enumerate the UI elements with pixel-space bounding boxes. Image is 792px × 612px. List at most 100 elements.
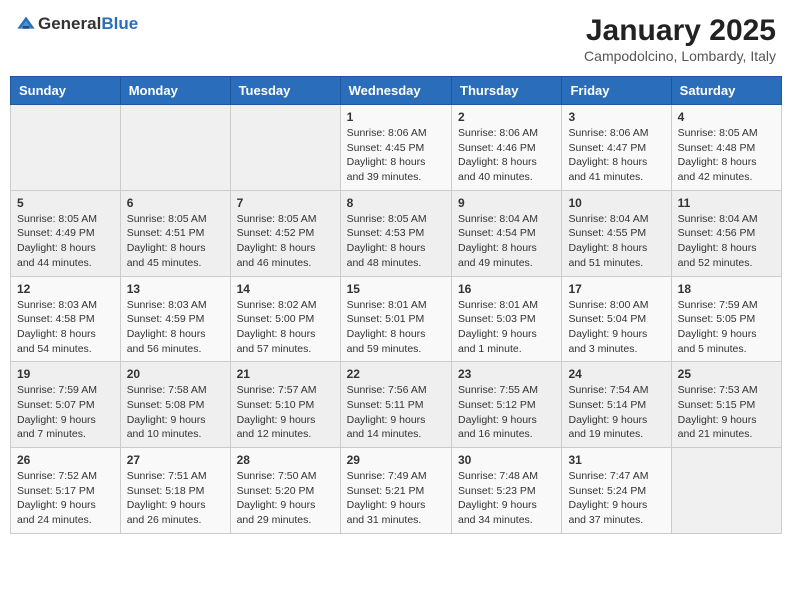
calendar-cell: 5Sunrise: 8:05 AM Sunset: 4:49 PM Daylig… xyxy=(11,190,121,276)
calendar-cell: 4 Sunrise: 8:05 AM Sunset: 4:48 PM Daylig… xyxy=(671,105,781,191)
day-number: 18 xyxy=(678,282,775,296)
day-info: Sunrise: 7:50 AM Sunset: 5:20 PM Dayligh… xyxy=(237,469,334,528)
day-info: Sunrise: 7:49 AM Sunset: 5:21 PM Dayligh… xyxy=(347,469,445,528)
day-number: 9 xyxy=(458,196,555,210)
day-number: 15 xyxy=(347,282,445,296)
calendar-cell: 23 Sunrise: 7:55 AM Sunset: 5:12 PM Dayli… xyxy=(452,362,562,448)
calendar-cell: 24Sunrise: 7:54 AM Sunset: 5:14 PM Dayli… xyxy=(562,362,671,448)
calendar-cell: 22 Sunrise: 7:56 AM Sunset: 5:11 PM Dayli… xyxy=(340,362,451,448)
day-number: 27 xyxy=(127,453,224,467)
calendar-cell: 25 Sunrise: 7:53 AM Sunset: 5:15 PM Dayli… xyxy=(671,362,781,448)
day-info: Sunrise: 8:00 AM Sunset: 5:04 PM Dayligh… xyxy=(568,298,664,357)
day-number: 21 xyxy=(237,367,334,381)
calendar-week-1: 1 Sunrise: 8:06 AM Sunset: 4:45 PM Daylig… xyxy=(11,105,782,191)
calendar-cell xyxy=(120,105,230,191)
day-info: Sunrise: 8:04 AM Sunset: 4:55 PM Dayligh… xyxy=(568,212,664,271)
day-number: 30 xyxy=(458,453,555,467)
weekday-header-thursday: Thursday xyxy=(452,77,562,105)
title-block: January 2025 Campodolcino, Lombardy, Ita… xyxy=(584,14,776,64)
day-info: Sunrise: 7:57 AM Sunset: 5:10 PM Dayligh… xyxy=(237,383,334,442)
weekday-header-row: SundayMondayTuesdayWednesdayThursdayFrid… xyxy=(11,77,782,105)
calendar-cell: 17 Sunrise: 8:00 AM Sunset: 5:04 PM Dayli… xyxy=(562,276,671,362)
month-year: January 2025 xyxy=(584,14,776,48)
calendar-cell: 12Sunrise: 8:03 AM Sunset: 4:58 PM Dayli… xyxy=(11,276,121,362)
day-number: 1 xyxy=(347,110,445,124)
calendar-cell: 28 Sunrise: 7:50 AM Sunset: 5:20 PM Dayli… xyxy=(230,448,340,534)
day-info: Sunrise: 8:05 AM Sunset: 4:53 PM Dayligh… xyxy=(347,212,445,271)
weekday-header-tuesday: Tuesday xyxy=(230,77,340,105)
calendar-cell xyxy=(11,105,121,191)
day-info: Sunrise: 7:59 AM Sunset: 5:07 PM Dayligh… xyxy=(17,383,114,442)
day-info: Sunrise: 8:05 AM Sunset: 4:49 PM Dayligh… xyxy=(17,212,114,271)
day-info: Sunrise: 7:51 AM Sunset: 5:18 PM Dayligh… xyxy=(127,469,224,528)
calendar-week-2: 5Sunrise: 8:05 AM Sunset: 4:49 PM Daylig… xyxy=(11,190,782,276)
logo-general: General xyxy=(38,14,101,33)
day-number: 4 xyxy=(678,110,775,124)
day-info: Sunrise: 7:52 AM Sunset: 5:17 PM Dayligh… xyxy=(17,469,114,528)
day-number: 10 xyxy=(568,196,664,210)
day-number: 6 xyxy=(127,196,224,210)
day-info: Sunrise: 7:56 AM Sunset: 5:11 PM Dayligh… xyxy=(347,383,445,442)
calendar-week-4: 19 Sunrise: 7:59 AM Sunset: 5:07 PM Dayli… xyxy=(11,362,782,448)
day-number: 25 xyxy=(678,367,775,381)
logo: GeneralBlue xyxy=(16,14,138,34)
day-number: 23 xyxy=(458,367,555,381)
weekday-header-monday: Monday xyxy=(120,77,230,105)
calendar-cell: 30Sunrise: 7:48 AM Sunset: 5:23 PM Dayli… xyxy=(452,448,562,534)
day-info: Sunrise: 7:53 AM Sunset: 5:15 PM Dayligh… xyxy=(678,383,775,442)
logo-blue: Blue xyxy=(101,14,138,33)
day-number: 14 xyxy=(237,282,334,296)
weekday-header-saturday: Saturday xyxy=(671,77,781,105)
day-number: 31 xyxy=(568,453,664,467)
day-info: Sunrise: 7:47 AM Sunset: 5:24 PM Dayligh… xyxy=(568,469,664,528)
day-info: Sunrise: 8:05 AM Sunset: 4:52 PM Dayligh… xyxy=(237,212,334,271)
day-info: Sunrise: 8:06 AM Sunset: 4:45 PM Dayligh… xyxy=(347,126,445,185)
calendar-cell: 31 Sunrise: 7:47 AM Sunset: 5:24 PM Dayli… xyxy=(562,448,671,534)
day-info: Sunrise: 8:05 AM Sunset: 4:51 PM Dayligh… xyxy=(127,212,224,271)
day-number: 28 xyxy=(237,453,334,467)
calendar-cell: 7Sunrise: 8:05 AM Sunset: 4:52 PM Daylig… xyxy=(230,190,340,276)
calendar-cell: 29Sunrise: 7:49 AM Sunset: 5:21 PM Dayli… xyxy=(340,448,451,534)
day-info: Sunrise: 8:05 AM Sunset: 4:48 PM Dayligh… xyxy=(678,126,775,185)
calendar-cell: 20 Sunrise: 7:58 AM Sunset: 5:08 PM Dayli… xyxy=(120,362,230,448)
day-info: Sunrise: 7:59 AM Sunset: 5:05 PM Dayligh… xyxy=(678,298,775,357)
day-number: 20 xyxy=(127,367,224,381)
calendar-cell: 19 Sunrise: 7:59 AM Sunset: 5:07 PM Dayli… xyxy=(11,362,121,448)
calendar-cell: 10 Sunrise: 8:04 AM Sunset: 4:55 PM Dayli… xyxy=(562,190,671,276)
calendar-cell: 21 Sunrise: 7:57 AM Sunset: 5:10 PM Dayli… xyxy=(230,362,340,448)
day-number: 8 xyxy=(347,196,445,210)
calendar-cell: 3Sunrise: 8:06 AM Sunset: 4:47 PM Daylig… xyxy=(562,105,671,191)
day-number: 17 xyxy=(568,282,664,296)
day-number: 22 xyxy=(347,367,445,381)
calendar-cell: 11 Sunrise: 8:04 AM Sunset: 4:56 PM Dayli… xyxy=(671,190,781,276)
calendar-cell: 27 Sunrise: 7:51 AM Sunset: 5:18 PM Dayli… xyxy=(120,448,230,534)
calendar-cell: 1 Sunrise: 8:06 AM Sunset: 4:45 PM Daylig… xyxy=(340,105,451,191)
day-info: Sunrise: 7:54 AM Sunset: 5:14 PM Dayligh… xyxy=(568,383,664,442)
logo-icon xyxy=(16,14,36,34)
page-header: GeneralBlue January 2025 Campodolcino, L… xyxy=(10,10,782,68)
calendar-cell: 6 Sunrise: 8:05 AM Sunset: 4:51 PM Daylig… xyxy=(120,190,230,276)
calendar-cell: 13Sunrise: 8:03 AM Sunset: 4:59 PM Dayli… xyxy=(120,276,230,362)
day-number: 16 xyxy=(458,282,555,296)
calendar-week-3: 12Sunrise: 8:03 AM Sunset: 4:58 PM Dayli… xyxy=(11,276,782,362)
day-number: 26 xyxy=(17,453,114,467)
calendar-cell: 15Sunrise: 8:01 AM Sunset: 5:01 PM Dayli… xyxy=(340,276,451,362)
calendar-cell: 14Sunrise: 8:02 AM Sunset: 5:00 PM Dayli… xyxy=(230,276,340,362)
calendar-cell: 9 Sunrise: 8:04 AM Sunset: 4:54 PM Daylig… xyxy=(452,190,562,276)
day-info: Sunrise: 8:06 AM Sunset: 4:46 PM Dayligh… xyxy=(458,126,555,185)
day-info: Sunrise: 8:04 AM Sunset: 4:56 PM Dayligh… xyxy=(678,212,775,271)
calendar-cell xyxy=(230,105,340,191)
day-info: Sunrise: 8:04 AM Sunset: 4:54 PM Dayligh… xyxy=(458,212,555,271)
day-info: Sunrise: 8:06 AM Sunset: 4:47 PM Dayligh… xyxy=(568,126,664,185)
day-info: Sunrise: 7:58 AM Sunset: 5:08 PM Dayligh… xyxy=(127,383,224,442)
day-number: 2 xyxy=(458,110,555,124)
calendar-cell xyxy=(671,448,781,534)
calendar-cell: 2 Sunrise: 8:06 AM Sunset: 4:46 PM Daylig… xyxy=(452,105,562,191)
day-info: Sunrise: 7:55 AM Sunset: 5:12 PM Dayligh… xyxy=(458,383,555,442)
day-number: 19 xyxy=(17,367,114,381)
calendar-week-5: 26 Sunrise: 7:52 AM Sunset: 5:17 PM Dayli… xyxy=(11,448,782,534)
calendar-cell: 26 Sunrise: 7:52 AM Sunset: 5:17 PM Dayli… xyxy=(11,448,121,534)
weekday-header-wednesday: Wednesday xyxy=(340,77,451,105)
day-info: Sunrise: 8:03 AM Sunset: 4:58 PM Dayligh… xyxy=(17,298,114,357)
day-number: 11 xyxy=(678,196,775,210)
